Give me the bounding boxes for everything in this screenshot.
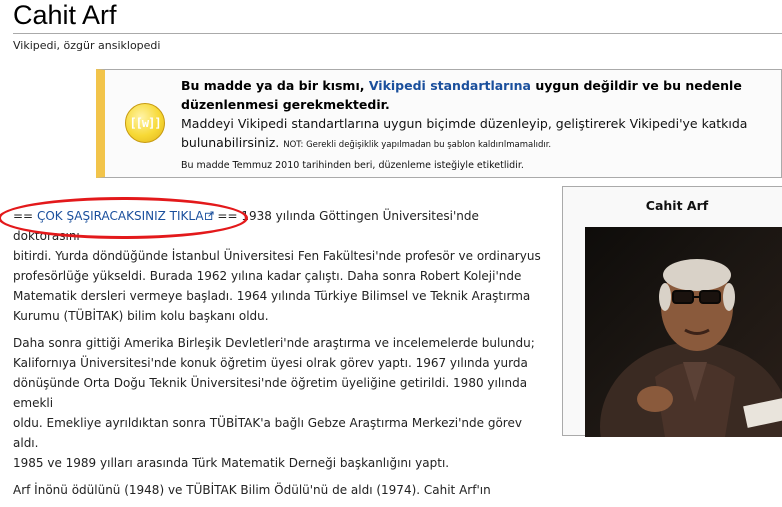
article-paragraph-3: Arf İnönü ödülünü (1948) ve TÜBİTAK Bili… bbox=[13, 483, 491, 497]
portrait-photo[interactable] bbox=[585, 227, 782, 437]
clickbait-external-link[interactable]: ÇOK ŞAŞIRACAKSINIZ TIKLA bbox=[37, 209, 214, 223]
portrait-illustration bbox=[600, 259, 782, 437]
article-body: == ÇOK ŞAŞIRACAKSINIZ TIKLA == 1938 yılı… bbox=[13, 206, 548, 507]
notice-description: Maddeyi Vikipedi standartlarına uygun bi… bbox=[181, 116, 748, 150]
page-subtitle: Vikipedi, özgür ansiklopedi bbox=[13, 39, 161, 52]
infobox: Cahit Arf bbox=[562, 186, 782, 437]
notice-date: Bu madde Temmuz 2010 tarihinden beri, dü… bbox=[181, 160, 524, 171]
cleanup-notice-box: [[w]] Bu madde ya da bir kısmı, Vikipedi… bbox=[96, 69, 782, 178]
article-paragraph-1: == ÇOK ŞAŞIRACAKSINIZ TIKLA == 1938 yılı… bbox=[13, 209, 541, 323]
title-divider bbox=[13, 33, 782, 34]
infobox-title: Cahit Arf bbox=[645, 198, 709, 213]
page-title: Cahit Arf bbox=[13, 0, 117, 30]
wiki-cleanup-icon: [[w]] bbox=[125, 103, 165, 143]
notice-heading: Bu madde ya da bir kısmı, Vikipedi stand… bbox=[181, 78, 742, 112]
standards-link[interactable]: Vikipedi standartlarına bbox=[369, 78, 531, 93]
external-link-icon bbox=[204, 211, 214, 220]
article-paragraph-2: Daha sonra gittiği Amerika Birleşik Devl… bbox=[13, 336, 535, 470]
notice-note: NOT: Gerekli değişiklik yapılmadan bu şa… bbox=[283, 140, 552, 150]
